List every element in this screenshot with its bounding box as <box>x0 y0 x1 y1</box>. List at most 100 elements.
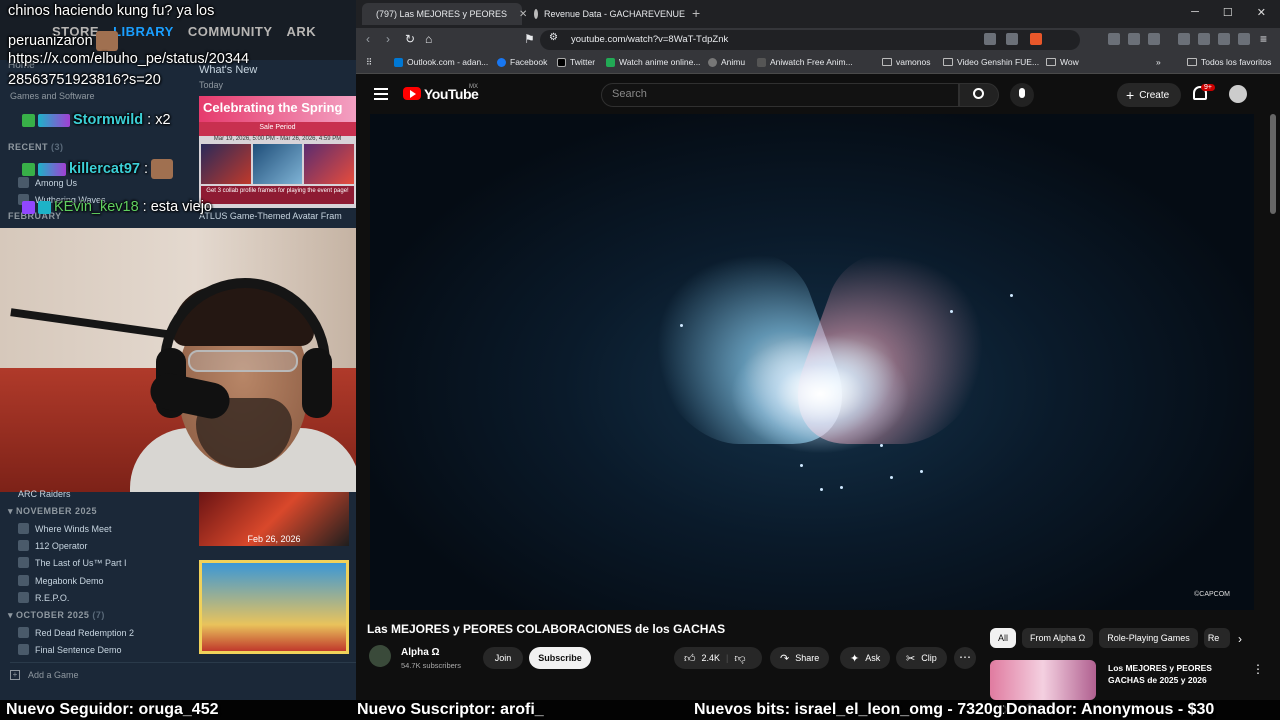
games-software-filter[interactable]: Games and Software <box>10 91 95 101</box>
game-112-operator[interactable]: 112 Operator <box>18 540 87 551</box>
search-icon <box>973 88 984 99</box>
chat-username: KEvin_kev18 <box>54 199 139 215</box>
brave-shield-icon[interactable] <box>1030 33 1042 45</box>
game-icon <box>18 540 29 551</box>
promo-title: Celebrating the Spring <box>199 96 356 122</box>
notification-count-badge: 9+ <box>1201 84 1215 91</box>
site-info-icon[interactable]: ⚙ <box>549 32 558 43</box>
chat-badge-icon <box>38 162 66 176</box>
bookmark-facebook[interactable]: Facebook <box>497 57 547 67</box>
close-window-icon[interactable]: ✕ <box>1257 6 1266 19</box>
ask-button[interactable]: ✦ Ask <box>840 647 891 669</box>
share-icon[interactable] <box>1006 33 1018 45</box>
subscribe-button[interactable]: Subscribe <box>529 647 591 669</box>
menu-icon[interactable]: ≡ <box>1260 32 1267 46</box>
home-icon[interactable]: ⌂ <box>425 32 432 46</box>
chip-more[interactable]: Re <box>1203 628 1230 648</box>
extensions-puzzle-icon[interactable] <box>1128 33 1140 45</box>
game-repo[interactable]: R.E.P.O. <box>18 592 69 603</box>
install-icon[interactable] <box>984 33 996 45</box>
stream-alert-ticker: Nuevo Seguidor: oruga_452 Nuevo Suscript… <box>0 700 1280 720</box>
chip-all[interactable]: All <box>990 628 1017 648</box>
dislike-icon[interactable]: 👎︎ <box>734 652 745 665</box>
chat-badge-icon <box>22 200 35 214</box>
add-game-button[interactable]: + Add a Game <box>10 662 356 682</box>
youtube-logo-icon[interactable] <box>403 87 421 100</box>
forward-icon[interactable]: › <box>386 32 390 46</box>
bookmarks-bar: ⠿ Outlook.com - adan... Facebook Twitter… <box>356 52 1280 74</box>
bookmark-aniwatch[interactable]: Aniwatch Free Anim... <box>757 57 853 67</box>
spring-promo-banner[interactable]: Celebrating the Spring Sale Period Mar 1… <box>199 96 356 208</box>
apps-icon[interactable]: ⠿ <box>366 57 372 68</box>
bookmark-animu[interactable]: Animu <box>708 57 745 67</box>
recommended-video-thumbnail[interactable] <box>990 660 1096 700</box>
scissors-icon: ✂ <box>906 652 916 665</box>
channel-name[interactable]: Alpha Ω <box>401 647 440 658</box>
game-icon <box>18 575 29 586</box>
window-controls: ─ ☐ ✕ <box>1191 6 1266 19</box>
all-bookmarks-folder[interactable]: Todos los favoritos <box>1187 57 1271 67</box>
share-button[interactable]: ↷ Share <box>770 647 830 669</box>
tab-youtube[interactable]: (797) Las MEJORES y PEORES ✕ <box>362 3 527 25</box>
page-scrollbar[interactable] <box>1270 114 1276 214</box>
kebab-menu-icon[interactable]: ⋮ <box>1252 662 1264 676</box>
emote-icon <box>95 31 118 51</box>
game-thumbnail-2[interactable] <box>199 560 349 654</box>
vpn-icon[interactable] <box>1218 33 1230 45</box>
join-button[interactable]: Join <box>483 647 523 669</box>
bookmarks-overflow-button[interactable]: » <box>1156 57 1161 67</box>
chip-from-channel[interactable]: From Alpha Ω <box>1022 628 1094 648</box>
sidebar-icon[interactable] <box>1148 33 1160 45</box>
channel-avatar[interactable] <box>369 645 391 667</box>
game-last-of-us[interactable]: The Last of Us™ Part I <box>18 557 127 568</box>
aniwatch-icon <box>757 57 766 67</box>
new-tab-button[interactable]: + <box>692 5 700 21</box>
tab-revenue-data[interactable]: Revenue Data - GACHAREVENUE <box>526 3 686 25</box>
share-icon: ↷ <box>780 652 790 665</box>
create-button[interactable]: + Create <box>1117 83 1181 107</box>
extension-icon[interactable] <box>1108 33 1120 45</box>
back-icon[interactable]: ‹ <box>366 32 370 46</box>
steam-nav-ark[interactable]: ARK <box>287 24 317 39</box>
more-actions-button[interactable]: ⋯ <box>954 647 976 669</box>
chip-role-playing[interactable]: Role-Playing Games <box>1099 628 1198 648</box>
downloads-icon[interactable] <box>1238 33 1250 45</box>
chat-badge-icon <box>22 162 35 176</box>
like-count[interactable]: 2.4K <box>702 653 721 663</box>
video-player[interactable]: ©CAPCOM <box>370 114 1254 610</box>
voice-search-icon[interactable] <box>1010 83 1034 107</box>
game-red-dead-redemption-2[interactable]: Red Dead Redemption 2 <box>18 627 134 638</box>
bookmark-folder-wow[interactable]: Wow <box>1046 57 1079 67</box>
reload-icon[interactable]: ↻ <box>405 32 415 46</box>
music-icon[interactable] <box>1178 33 1190 45</box>
game-where-winds-meet[interactable]: Where Winds Meet <box>18 523 112 534</box>
maximize-icon[interactable]: ☐ <box>1223 6 1233 19</box>
recommended-video-title[interactable]: Los MEJORES y PEORES GACHAS de 2025 y 20… <box>1108 662 1238 686</box>
chat-message: Stormwild : x2 <box>22 112 171 128</box>
game-final-sentence-demo[interactable]: Final Sentence Demo <box>18 644 122 655</box>
wallet-icon[interactable] <box>1198 33 1210 45</box>
promo-caption[interactable]: ATLUS Game-Themed Avatar Fram <box>199 211 342 221</box>
browser-window: (797) Las MEJORES y PEORES ✕ Revenue Dat… <box>356 0 1280 700</box>
like-icon[interactable]: 👍︎ <box>684 652 696 665</box>
game-icon <box>18 592 29 603</box>
minimize-icon[interactable]: ─ <box>1191 6 1199 19</box>
clip-button[interactable]: ✂ Clip <box>896 647 947 669</box>
steam-nav-community[interactable]: COMMUNITY <box>188 24 273 39</box>
folder-icon <box>1187 58 1197 66</box>
game-arc-raiders[interactable]: ARC Raiders <box>18 489 71 499</box>
tab-bar: (797) Las MEJORES y PEORES ✕ Revenue Dat… <box>356 0 1280 28</box>
october-section-label: ▾ OCTOBER 2025 (7) <box>8 610 105 620</box>
chevron-right-icon[interactable]: › <box>1238 632 1242 646</box>
bookmark-folder-video-genshin[interactable]: Video Genshin FUE... <box>943 57 1039 67</box>
search-input[interactable] <box>601 83 959 107</box>
game-megabonk-demo[interactable]: Megabonk Demo <box>18 575 104 586</box>
hamburger-menu-icon[interactable] <box>374 88 388 100</box>
bookmark-icon[interactable]: ⚑ <box>524 32 535 46</box>
bookmark-twitter[interactable]: Twitter <box>557 57 595 67</box>
steam-nav-library[interactable]: LIBRARY <box>113 24 174 39</box>
bookmark-watch-anime[interactable]: Watch anime online... <box>606 57 700 67</box>
user-avatar[interactable] <box>1229 85 1247 103</box>
bookmark-outlook[interactable]: Outlook.com - adan... <box>394 57 488 67</box>
bookmark-folder-vamonos[interactable]: vamonos <box>882 57 931 67</box>
